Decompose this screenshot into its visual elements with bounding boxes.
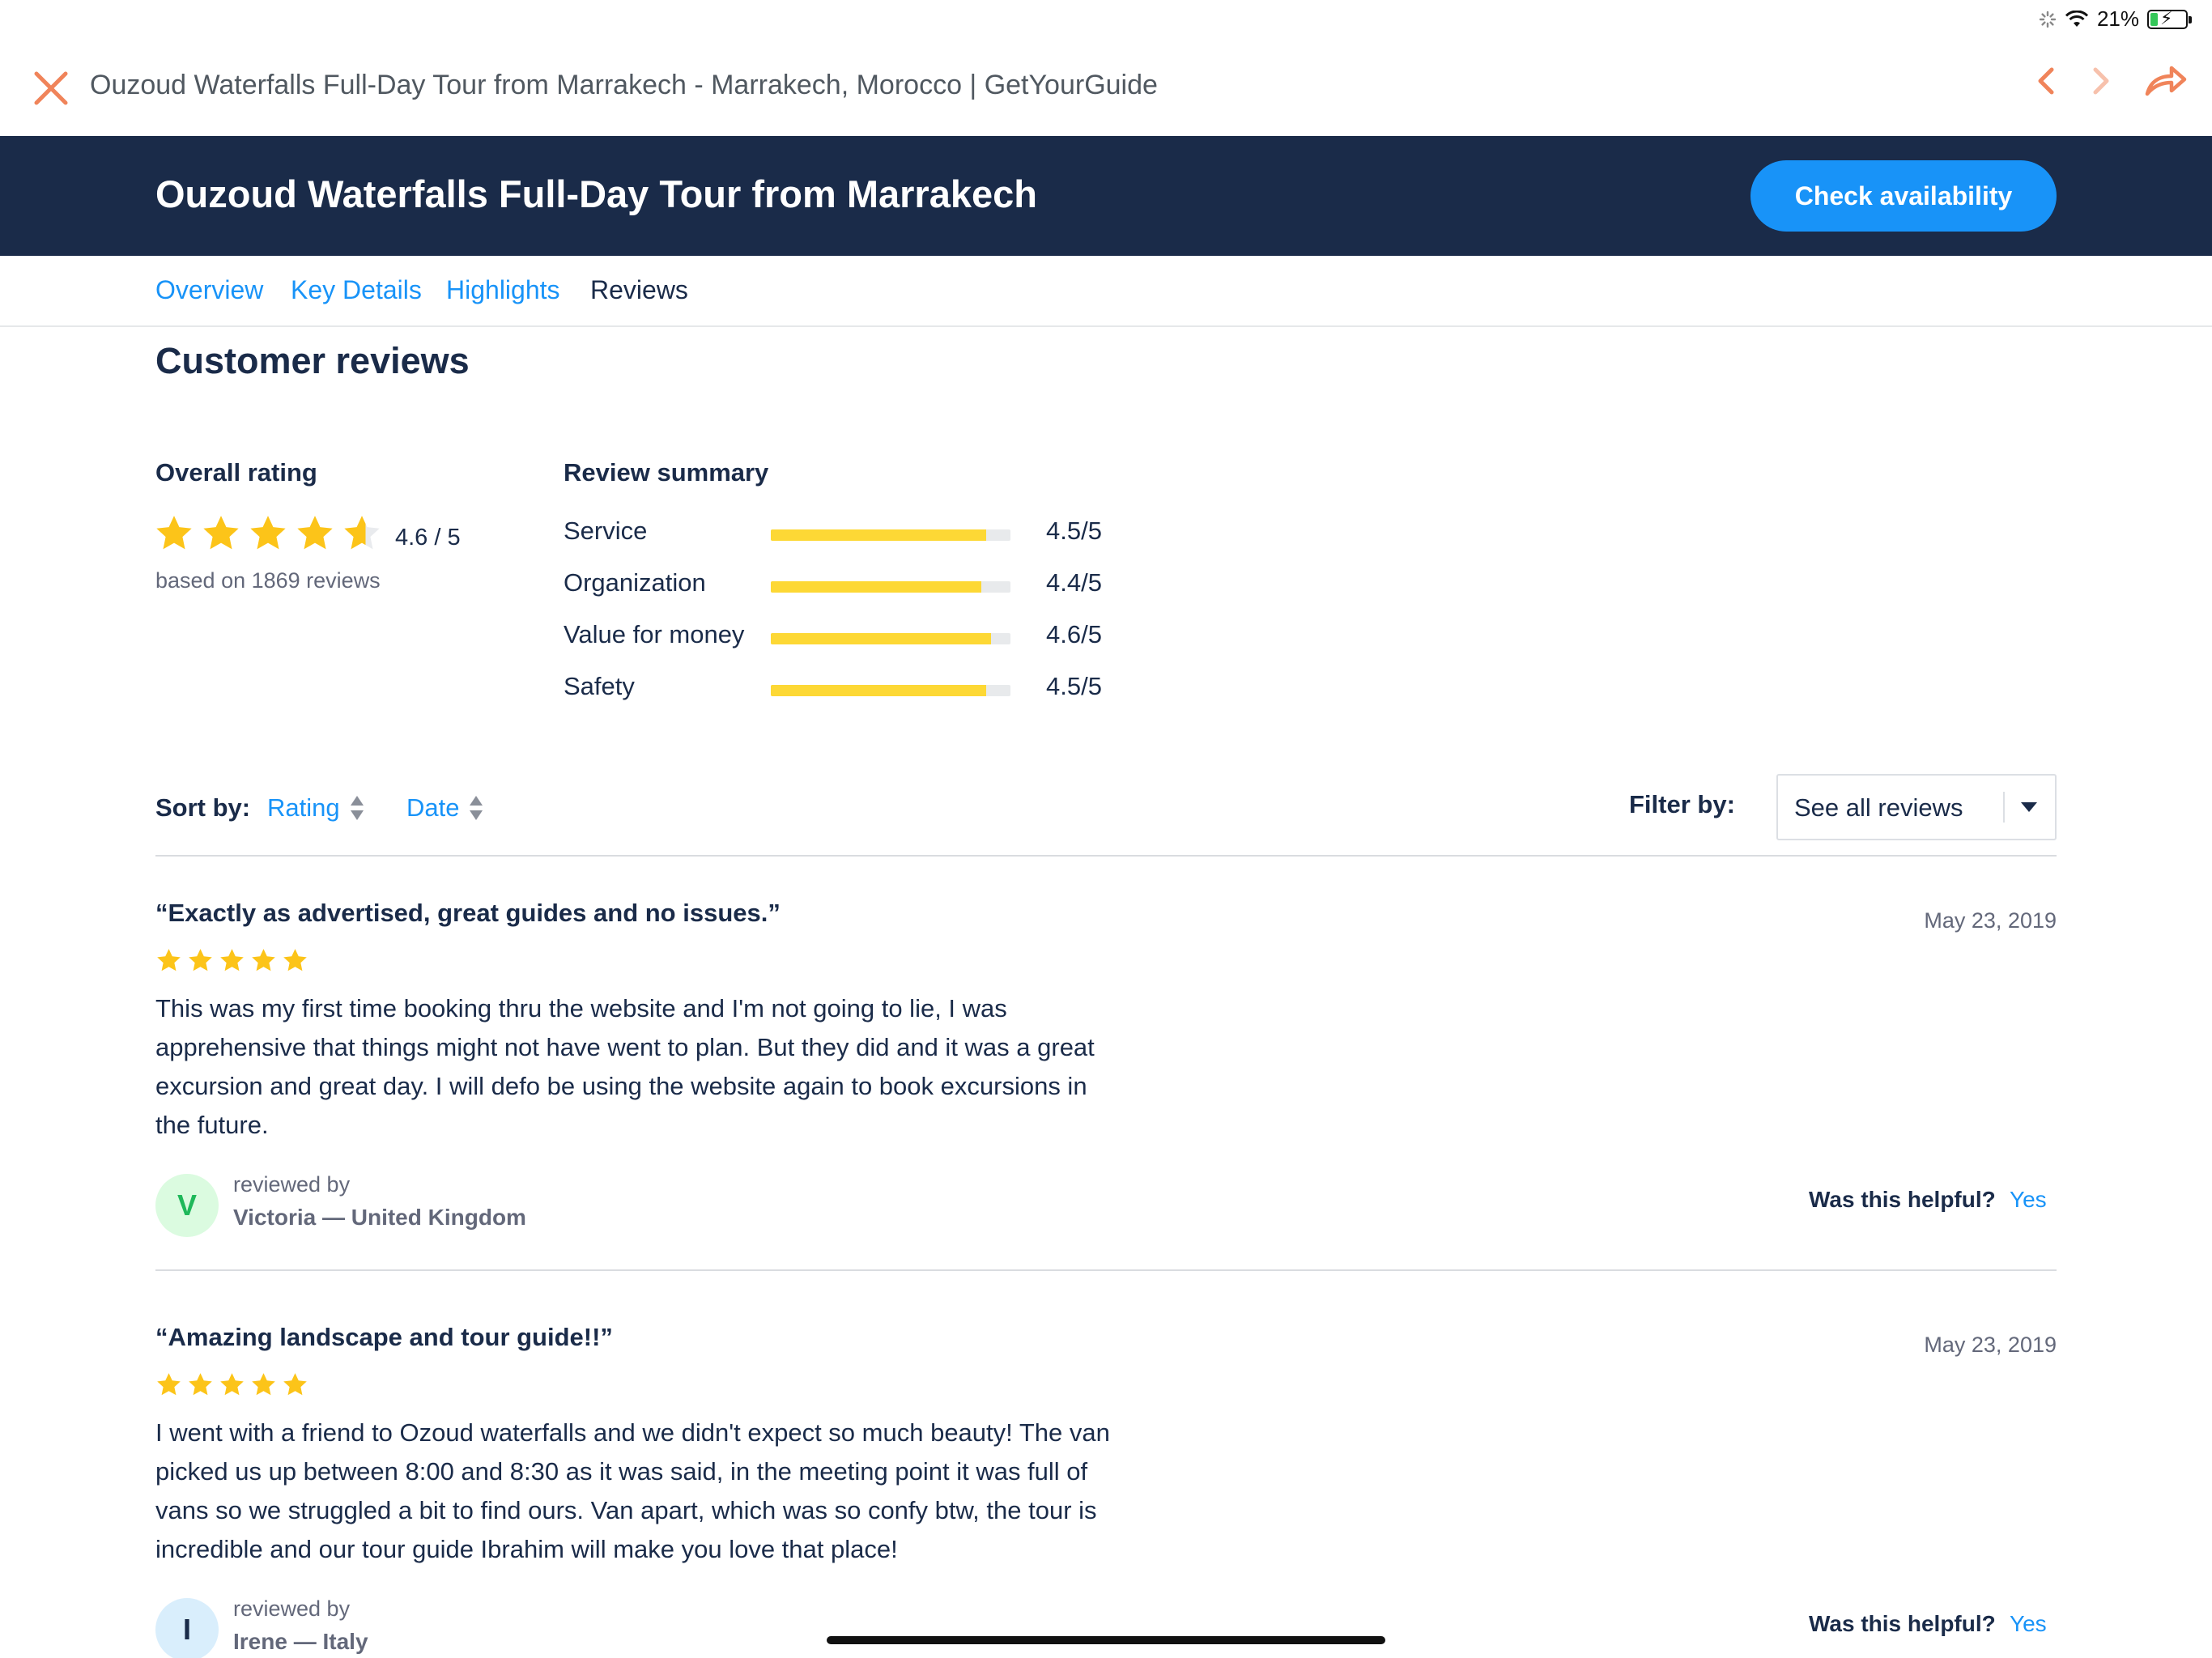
star-icon <box>283 949 307 971</box>
tab-reviews[interactable]: Reviews <box>590 275 688 305</box>
review-body: This was my first time booking thru the … <box>155 994 1095 1139</box>
review-stars <box>155 947 308 974</box>
summary-bar-fill <box>771 685 987 696</box>
review-title: “Amazing landscape and tour guide!!” <box>155 1323 613 1351</box>
section-title: Customer reviews <box>155 340 470 381</box>
browser-toolbar: Ouzoud Waterfalls Full-Day Tour from Mar… <box>0 40 2212 136</box>
filter-label: Filter by: <box>1629 790 1735 818</box>
review-count: based on 1869 reviews <box>155 568 381 593</box>
summary-value: 4.5/5 <box>1046 672 1102 700</box>
sort-option-label: Date <box>406 793 460 822</box>
section-tabs: Overview Key Details Highlights Reviews <box>0 256 2212 327</box>
summary-value: 4.4/5 <box>1046 568 1102 597</box>
helpful-yes-button[interactable]: Yes <box>2010 1187 2047 1213</box>
summary-row-organization: Organization 4.4/5 <box>564 568 1130 601</box>
summary-label: Value for money <box>564 620 745 648</box>
summary-label: Service <box>564 517 648 545</box>
reviewer-name: Irene — Italy <box>233 1629 368 1654</box>
charging-icon: ⚡ <box>2160 7 2173 28</box>
filter-dropdown[interactable]: See all reviews <box>1776 774 2057 840</box>
tab-key-details[interactable]: Key Details <box>291 275 422 305</box>
browser-page-title: Ouzoud Waterfalls Full-Day Tour from Mar… <box>90 70 1158 100</box>
star-icon <box>297 516 333 550</box>
review-date: May 23, 2019 <box>1924 1333 2057 1357</box>
sort-label: Sort by: <box>155 793 251 822</box>
review-summary-label: Review summary <box>564 458 769 487</box>
summary-row-value-for-money: Value for money 4.6/5 <box>564 620 1130 653</box>
summary-value: 4.6/5 <box>1046 620 1102 648</box>
battery-level <box>2150 12 2159 26</box>
overall-rating-stars <box>154 513 382 554</box>
star-icon <box>283 1373 307 1396</box>
chevron-down-icon <box>2021 802 2037 812</box>
tab-highlights[interactable]: Highlights <box>446 275 560 305</box>
review-item: “Amazing landscape and tour guide!!” May… <box>155 1323 2057 1658</box>
helpful-prompt: Was this helpful? <box>1809 1611 1996 1636</box>
divider <box>155 855 2057 857</box>
star-icon <box>250 516 286 550</box>
forward-icon[interactable] <box>2089 65 2113 97</box>
back-icon[interactable] <box>2034 65 2058 97</box>
star-icon <box>157 1373 181 1396</box>
battery-percentage: 21% <box>2096 6 2139 31</box>
sort-by-date[interactable]: Date <box>406 793 483 823</box>
dropdown-divider <box>2003 792 2005 823</box>
reviewer-name: Victoria — United Kingdom <box>233 1205 526 1230</box>
star-icon <box>220 1373 244 1396</box>
avatar: V <box>155 1174 219 1237</box>
tab-overview[interactable]: Overview <box>155 275 263 305</box>
summary-bar-fill <box>771 581 982 593</box>
overall-rating-label: Overall rating <box>155 458 317 487</box>
share-icon[interactable] <box>2144 65 2188 97</box>
overall-rating-value: 4.6 / 5 <box>395 525 461 551</box>
star-icon <box>203 516 239 550</box>
product-title: Ouzoud Waterfalls Full-Day Tour from Mar… <box>155 172 1037 215</box>
summary-row-safety: Safety 4.5/5 <box>564 672 1130 704</box>
reviewed-by-label: reviewed by <box>233 1596 351 1621</box>
loading-spinner-icon <box>2039 11 2057 28</box>
summary-label: Organization <box>564 568 706 597</box>
sort-option-label: Rating <box>267 793 340 822</box>
star-icon <box>189 1373 212 1396</box>
sort-arrows-icon <box>470 796 483 820</box>
summary-bar-fill <box>771 529 987 541</box>
battery-icon: ⚡ <box>2147 7 2192 29</box>
status-bar: 21% ⚡ <box>0 0 2212 40</box>
summary-bar <box>771 685 1010 696</box>
divider <box>155 1269 2057 1271</box>
summary-row-service: Service 4.5/5 <box>564 517 1130 549</box>
summary-label: Safety <box>564 672 635 700</box>
star-icon <box>252 1373 275 1396</box>
star-icon <box>157 949 181 971</box>
star-icon <box>344 516 380 550</box>
helpful-prompt: Was this helpful? <box>1809 1187 1996 1212</box>
helpful-yes-button[interactable]: Yes <box>2010 1611 2047 1637</box>
star-icon <box>156 516 192 550</box>
star-icon <box>189 949 212 971</box>
summary-bar <box>771 529 1010 541</box>
star-icon <box>220 949 244 971</box>
summary-bar-fill <box>771 633 992 644</box>
home-indicator <box>827 1636 1385 1644</box>
review-body: I went with a friend to Ozoud waterfalls… <box>155 1418 1110 1563</box>
star-icon <box>252 949 275 971</box>
sort-arrows-icon <box>350 796 364 820</box>
check-availability-button[interactable]: Check availability <box>1750 160 2057 232</box>
wifi-icon <box>2065 10 2089 27</box>
review-stars <box>155 1371 308 1398</box>
review-item: “Exactly as advertised, great guides and… <box>155 899 2057 1303</box>
browser-navigation <box>2034 65 2188 97</box>
reviewed-by-label: reviewed by <box>233 1172 351 1197</box>
filter-selected-value: See all reviews <box>1794 793 1963 822</box>
product-header: Ouzoud Waterfalls Full-Day Tour from Mar… <box>0 136 2212 256</box>
status-indicators: 21% ⚡ <box>2039 6 2192 32</box>
review-date: May 23, 2019 <box>1924 908 2057 933</box>
summary-bar <box>771 581 1010 593</box>
review-title: “Exactly as advertised, great guides and… <box>155 899 781 927</box>
avatar: I <box>155 1598 219 1658</box>
summary-bar <box>771 633 1010 644</box>
summary-value: 4.5/5 <box>1046 517 1102 545</box>
close-icon[interactable] <box>32 70 70 107</box>
sort-by-rating[interactable]: Rating <box>267 793 364 823</box>
